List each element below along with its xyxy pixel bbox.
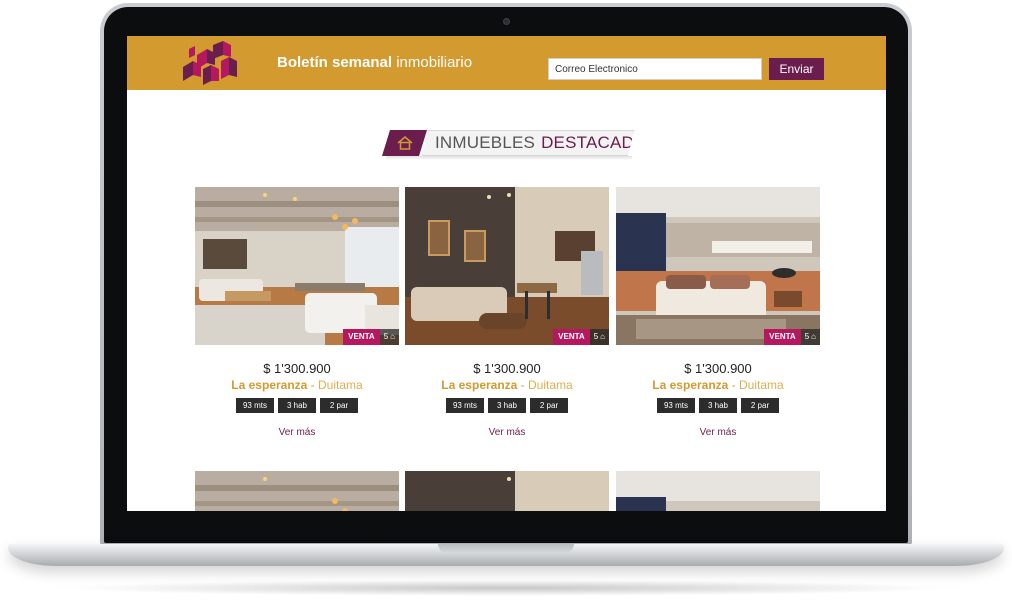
location-separator: - [307, 378, 319, 392]
listing-card[interactable]: VENTA 5 ⌂ $ 1'300.900 La esperanza - Dui… [616, 187, 820, 438]
see-more-link[interactable]: Ver más [405, 427, 609, 438]
listing-photo[interactable] [195, 471, 399, 511]
send-button[interactable]: Enviar [769, 58, 824, 80]
laptop-notch [438, 544, 574, 553]
camera-icon: ⌂ [811, 332, 816, 341]
listing-specs: 93 mts 3 hab 2 par [405, 398, 609, 413]
home-tag [382, 130, 427, 156]
living-room-photo [195, 187, 399, 345]
photo-count-value: 5 [593, 332, 599, 341]
spec-rooms: 3 hab [278, 398, 316, 413]
email-input[interactable] [548, 58, 762, 80]
title-bold: Boletín semanal [277, 54, 393, 71]
listing-photo[interactable]: VENTA 5 ⌂ [195, 187, 399, 345]
photo-badges: VENTA 5 ⌂ [764, 329, 820, 345]
see-more-link[interactable]: Ver más [195, 427, 399, 438]
city: Duitama [739, 378, 784, 392]
photo-count-value: 5 [383, 332, 389, 341]
listing-location: La esperanza - Duitama [616, 378, 820, 392]
spec-parking: 2 par [741, 398, 779, 413]
listing-photo[interactable] [405, 471, 609, 511]
spec-area: 93 mts [235, 398, 274, 413]
camera-icon: ⌂ [600, 332, 605, 341]
heading-shadow [386, 156, 632, 160]
spec-area: 93 mts [445, 398, 484, 413]
neighborhood: La esperanza [652, 378, 729, 392]
photo-badges: VENTA 5 ⌂ [343, 329, 399, 345]
listing-photo[interactable]: VENTA 5 ⌂ [616, 187, 820, 345]
laptop-shadow [60, 580, 952, 596]
city: Duitama [528, 378, 573, 392]
photo-count-value: 5 [804, 332, 810, 341]
listing-location: La esperanza - Duitama [195, 378, 399, 392]
listing-specs: 93 mts 3 hab 2 par [616, 398, 820, 413]
photo-badges: VENTA 5 ⌂ [553, 329, 609, 345]
spec-parking: 2 par [320, 398, 358, 413]
listing-card[interactable]: VENTA 5 ⌂ $ 1'300.900 La esperanza - Dui… [195, 187, 399, 438]
listing-price: $ 1'300.900 [473, 361, 541, 376]
heading-strong: DESTACADOS [541, 133, 659, 152]
webcam-icon [503, 18, 510, 25]
spec-rooms: 3 hab [488, 398, 526, 413]
bedroom-photo [616, 471, 820, 511]
camera-icon: ⌂ [390, 332, 395, 341]
listing-photo[interactable] [616, 471, 820, 511]
spec-area: 93 mts [656, 398, 695, 413]
neighborhood: La esperanza [441, 378, 518, 392]
listing-card-partial[interactable] [616, 471, 820, 511]
listing-card-partial[interactable] [405, 471, 609, 511]
listing-card[interactable]: VENTA 5 ⌂ $ 1'300.900 La esperanza - Dui… [405, 187, 609, 438]
brand-logo-icon [183, 41, 237, 85]
listing-price: $ 1'300.900 [263, 361, 331, 376]
location-separator: - [517, 378, 529, 392]
spec-parking: 2 par [530, 398, 568, 413]
neighborhood: La esperanza [231, 378, 308, 392]
bedroom-photo [616, 187, 820, 345]
lounge-photo [405, 187, 609, 345]
listing-card-partial[interactable] [195, 471, 399, 511]
newsletter-title: Boletín semanal inmobiliario [277, 54, 472, 71]
photo-count: 5 ⌂ [800, 329, 820, 345]
photo-count: 5 ⌂ [379, 329, 399, 345]
sale-badge: VENTA [764, 329, 801, 345]
screen: Boletín semanal inmobiliario Enviar INMU… [127, 36, 886, 511]
home-icon [397, 136, 413, 150]
see-more-link[interactable]: Ver más [616, 427, 820, 438]
heading-light: INMUEBLES [435, 133, 536, 152]
location-separator: - [728, 378, 740, 392]
living-room-photo [195, 471, 399, 511]
spec-rooms: 3 hab [699, 398, 737, 413]
listing-specs: 93 mts 3 hab 2 par [195, 398, 399, 413]
sale-badge: VENTA [553, 329, 590, 345]
section-heading: INMUEBLES DESTACADOS [382, 130, 634, 160]
listing-location: La esperanza - Duitama [405, 378, 609, 392]
site-header: Boletín semanal inmobiliario Enviar [127, 36, 886, 90]
lounge-photo [405, 471, 609, 511]
listing-price: $ 1'300.900 [684, 361, 752, 376]
sale-badge: VENTA [343, 329, 380, 345]
heading-box: INMUEBLES DESTACADOS [422, 130, 634, 156]
title-light: inmobiliario [392, 54, 473, 71]
photo-count: 5 ⌂ [589, 329, 609, 345]
listing-photo[interactable]: VENTA 5 ⌂ [405, 187, 609, 345]
city: Duitama [318, 378, 363, 392]
